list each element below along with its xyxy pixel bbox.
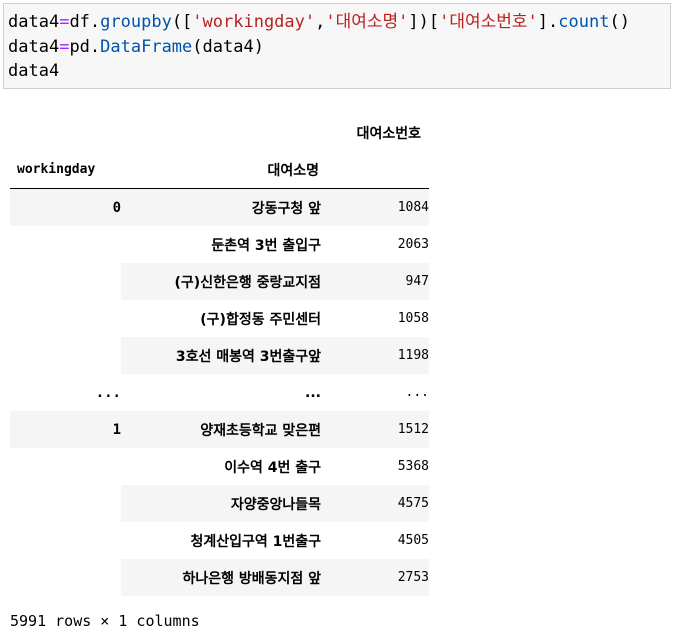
table-row: 하나은행 방배동지점 앞 2753 bbox=[10, 559, 429, 596]
header-blank bbox=[10, 114, 121, 151]
code-token: data4 bbox=[8, 36, 60, 57]
dataframe-table: 대여소번호 workingday 대여소명 0 강동구청 앞 1084 둔촌역 … bbox=[10, 114, 429, 596]
code-token: DataFrame bbox=[100, 36, 193, 57]
table-cell: 2753 bbox=[321, 559, 429, 596]
code-line-3: data4 bbox=[8, 61, 60, 81]
code-token: , bbox=[315, 12, 326, 32]
table-row-ellipsis: ... ... ... bbox=[10, 374, 429, 411]
index-level0 bbox=[10, 522, 121, 559]
code-token: ]. bbox=[537, 12, 559, 32]
table-cell: 1058 bbox=[321, 300, 429, 337]
header-blank bbox=[121, 114, 321, 151]
header-blank bbox=[321, 151, 429, 189]
code-token: (data4) bbox=[192, 36, 264, 57]
code-token: '대여소명' bbox=[325, 12, 409, 32]
index-level0: ... bbox=[10, 374, 121, 411]
code-token: count bbox=[558, 12, 610, 32]
code-token: ([ bbox=[171, 12, 193, 32]
code-cell[interactable]: data4=df.groupby(['workingday','대여소명'])[… bbox=[3, 3, 671, 89]
index-level1: 강동구청 앞 bbox=[121, 188, 321, 226]
table-cell: ... bbox=[321, 374, 429, 411]
index-level1: 둔촌역 3번 출입구 bbox=[121, 226, 321, 263]
index-level1: 청계산입구역 1번출구 bbox=[121, 522, 321, 559]
table-row: 둔촌역 3번 출입구 2063 bbox=[10, 226, 429, 263]
column-header-row: 대여소번호 bbox=[10, 114, 429, 151]
index-level1: 하나은행 방배동지점 앞 bbox=[121, 559, 321, 596]
index-level0 bbox=[10, 337, 121, 374]
table-row: 자양중앙나들목 4575 bbox=[10, 485, 429, 522]
code-token: () bbox=[609, 12, 630, 32]
table-cell: 947 bbox=[321, 263, 429, 300]
code-token: pd. bbox=[69, 36, 101, 57]
index-level1: 자양중앙나들목 bbox=[121, 485, 321, 522]
code-token: '대여소번호' bbox=[439, 12, 538, 32]
table-row: 0 강동구청 앞 1084 bbox=[10, 188, 429, 226]
index-level0: 0 bbox=[10, 188, 121, 226]
index-level1: ... bbox=[121, 374, 321, 411]
dataframe-output: 대여소번호 workingday 대여소명 0 강동구청 앞 1084 둔촌역 … bbox=[10, 114, 429, 596]
code-line-1: data4=df.groupby(['workingday','대여소명'])[… bbox=[8, 12, 630, 32]
table-row: (구)합정동 주민센터 1058 bbox=[10, 300, 429, 337]
code-line-2: data4=pd.DataFrame(data4) bbox=[8, 37, 264, 57]
table-cell: 5368 bbox=[321, 448, 429, 485]
table-row: 1 양재초등학교 맞은편 1512 bbox=[10, 411, 429, 448]
table-row: 청계산입구역 1번출구 4505 bbox=[10, 522, 429, 559]
table-row: 3호선 매봉역 3번출구앞 1198 bbox=[10, 337, 429, 374]
table-cell: 2063 bbox=[321, 226, 429, 263]
table-cell: 4575 bbox=[321, 485, 429, 522]
index-level0 bbox=[10, 263, 121, 300]
index-level0 bbox=[10, 226, 121, 263]
code-token: groupby bbox=[100, 12, 172, 32]
index-level1: (구)신한은행 중랑교지점 bbox=[121, 263, 321, 300]
table-row: (구)신한은행 중랑교지점 947 bbox=[10, 263, 429, 300]
index-level0 bbox=[10, 485, 121, 522]
code-token: = bbox=[59, 36, 70, 57]
table-cell: 4505 bbox=[321, 522, 429, 559]
column-label: 대여소번호 bbox=[356, 125, 421, 142]
code-token: ])[ bbox=[408, 12, 440, 32]
index-level0 bbox=[10, 300, 121, 337]
table-cell: 1512 bbox=[321, 411, 429, 448]
code-token: data4 bbox=[8, 12, 60, 32]
index-level0 bbox=[10, 559, 121, 596]
dataframe-shape-summary: 5991 rows × 1 columns bbox=[10, 612, 200, 630]
index-level0: 1 bbox=[10, 411, 121, 448]
index-level1: (구)합정동 주민센터 bbox=[121, 300, 321, 337]
table-cell: 1084 bbox=[321, 188, 429, 226]
code-text[interactable]: data4=df.groupby(['workingday','대여소명'])[… bbox=[4, 4, 670, 90]
index-level0 bbox=[10, 448, 121, 485]
index-name-station: 대여소명 bbox=[121, 151, 321, 189]
table-cell: 1198 bbox=[321, 337, 429, 374]
index-level1: 3호선 매봉역 3번출구앞 bbox=[121, 337, 321, 374]
index-name-workingday: workingday bbox=[10, 151, 121, 189]
index-level1: 이수역 4번 출구 bbox=[121, 448, 321, 485]
code-token: 'workingday' bbox=[192, 12, 316, 32]
code-token: = bbox=[59, 12, 70, 32]
index-level1: 양재초등학교 맞은편 bbox=[121, 411, 321, 448]
index-header-row: workingday 대여소명 bbox=[10, 151, 429, 189]
table-row: 이수역 4번 출구 5368 bbox=[10, 448, 429, 485]
code-token: df. bbox=[69, 12, 101, 32]
